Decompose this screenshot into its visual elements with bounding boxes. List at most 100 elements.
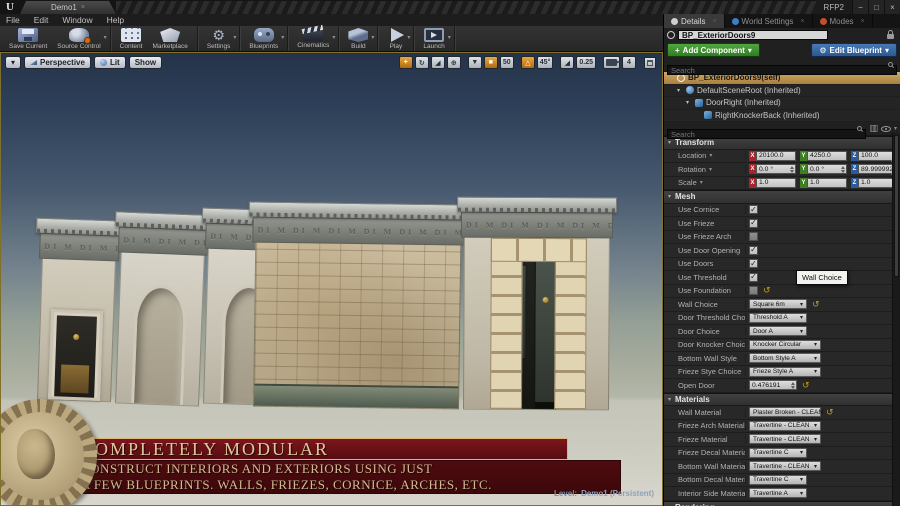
scale-x-field[interactable]: X 1.0 [749, 177, 796, 188]
location-x-field[interactable]: X 20100.0 [749, 150, 796, 161]
tab-close-icon[interactable]: × [861, 18, 865, 25]
toolbar-settings[interactable]: ⚙ Settings ▾ [202, 26, 237, 51]
chevron-down-icon[interactable]: ▾ [281, 34, 284, 41]
toolbar-blueprints[interactable]: Blueprints ▾ [244, 26, 284, 51]
dropdown-frieze-arch-material[interactable]: Travertine - CLEAN ▾ [749, 420, 821, 431]
dropdown-door-knocker-choice[interactable]: Knocker Circular ▾ [749, 339, 821, 350]
dropdown-frieze-decal-material[interactable]: Travertine C ▾ [749, 447, 807, 458]
eye-filter-icon[interactable] [880, 125, 891, 132]
lock-icon[interactable] [887, 30, 894, 39]
chevron-down-icon[interactable]: ▾ [448, 34, 451, 41]
tree-item-rightknockerback-inherited[interactable]: RightKnockerBack (Inherited) [664, 110, 900, 122]
camera-speed-value[interactable]: 4 [622, 56, 636, 69]
dropdown-wall-material[interactable]: Plaster Broken - CLEAN ▾ [749, 407, 829, 418]
toolbar-launch[interactable]: Launch ▾ [418, 26, 451, 51]
tree-item-defaultsceneroot-inherited[interactable]: ▾ DefaultSceneRoot (Inherited) [664, 85, 900, 97]
show-button[interactable]: Show [128, 56, 163, 69]
wall-segment-arch-wall[interactable]: DI M DI M DI M DI M DI M DI M DI [114, 211, 214, 407]
reset-to-default-icon[interactable]: ↺ [826, 407, 834, 417]
menu-file[interactable]: File [6, 15, 20, 25]
checkbox-use-frieze[interactable]: ✓ [749, 218, 758, 228]
number-field-open-door[interactable]: 0.476191 [749, 380, 797, 391]
dropdown-frieze-stye-choice[interactable]: Frieze Style A ▾ [749, 366, 821, 377]
expander-icon[interactable]: ▾ [686, 99, 692, 106]
eye-filter-caret-icon[interactable]: ▾ [894, 125, 897, 132]
value-spinner-icon[interactable] [789, 166, 794, 174]
actor-name-input[interactable] [678, 30, 828, 40]
property-search-input[interactable] [667, 129, 867, 139]
wall-segment-door-wall[interactable]: DI M DI M DI M DI M DI M DI M DI [35, 217, 125, 403]
tab-world-settings[interactable]: World Settings × [725, 14, 813, 28]
menu-edit[interactable]: Edit [34, 15, 49, 25]
toolbar-cinematics[interactable]: Cinematics ▾ [292, 26, 335, 51]
close-button[interactable]: × [884, 0, 900, 14]
edit-blueprint-button[interactable]: ⚙ Edit Blueprint ▾ [811, 43, 897, 57]
rotate-tool-icon[interactable]: ↻ [414, 56, 429, 69]
toolbar-source-control[interactable]: Source Control ▾ [52, 26, 107, 51]
value-spinner-icon[interactable] [790, 382, 795, 390]
add-component-button[interactable]: + Add Component ▾ [667, 43, 760, 57]
checkbox-use-threshold[interactable]: ✓ [749, 272, 758, 282]
camera-speed-icon[interactable] [603, 56, 620, 69]
dropdown-wall-choice[interactable]: Square 6m ▾ [749, 299, 807, 310]
maximize-button[interactable]: □ [868, 0, 884, 14]
menu-window[interactable]: Window [62, 15, 92, 25]
toolbar-save-current[interactable]: Save Current [4, 26, 52, 51]
value-spinner-icon[interactable] [840, 166, 845, 174]
checkbox-use-foundation[interactable] [749, 286, 758, 296]
toolbar-content[interactable]: Content [115, 26, 148, 51]
toolbar-marketplace[interactable]: Marketplace [147, 26, 192, 51]
dropdown-door-threshold-choice[interactable]: Threshold A ▾ [749, 312, 807, 323]
level-tab[interactable]: Demo1 × [20, 1, 116, 14]
location-y-field[interactable]: Y 4250.0 [800, 150, 847, 161]
wall-segment-rustic-door-wall[interactable]: DI M DI M DI M DI M DI M DI M DI [457, 196, 618, 411]
move-tool-icon[interactable]: + [398, 56, 413, 69]
viewport-options-button[interactable]: ▾ [5, 56, 22, 69]
checkbox-use-frieze-arch[interactable] [749, 232, 758, 242]
tab-close-icon[interactable]: × [800, 18, 804, 25]
surface-snap-icon[interactable]: ▼ [467, 56, 482, 69]
rotation-x-field[interactable]: X 0.0 ° [749, 164, 796, 175]
lit-button[interactable]: Lit [93, 56, 126, 69]
grid-snap-icon[interactable]: ■ [483, 56, 498, 69]
maximize-viewport-button[interactable] [644, 56, 656, 69]
tab-modes[interactable]: Modes × [813, 14, 873, 28]
checkbox-use-doors[interactable]: ✓ [749, 259, 758, 269]
reset-to-default-icon[interactable]: ↺ [802, 380, 810, 390]
chevron-down-icon[interactable]: ▾ [371, 34, 374, 41]
rotation-y-field[interactable]: Y 0.0 ° [800, 164, 847, 175]
tab-close-icon[interactable]: × [81, 4, 85, 11]
rotation-snap-icon[interactable]: △ [520, 56, 535, 69]
minimize-button[interactable]: − [852, 0, 868, 14]
expander-icon[interactable]: ▾ [677, 87, 683, 94]
toolbar-build[interactable]: Build ▾ [343, 26, 374, 51]
section-header-mesh[interactable]: ▾ Mesh [664, 190, 900, 204]
wall-segment-tile-wall[interactable]: DI M DI M DI M DI M DI M DI M DI [248, 201, 469, 410]
tree-item-doorright-inherited[interactable]: ▾ DoorRight (Inherited) [664, 97, 900, 110]
chevron-down-icon[interactable]: ▾ [233, 34, 236, 41]
perspective-button[interactable]: Perspective [24, 56, 91, 69]
world-space-icon[interactable]: ⊕ [446, 56, 461, 69]
dropdown-bottom-wall-material[interactable]: Travertine - CLEAN ▾ [749, 461, 821, 472]
chevron-down-icon[interactable]: ▾ [332, 34, 335, 41]
scrollbar-thumb[interactable] [894, 135, 899, 277]
column-view-icon[interactable]: ▥ [869, 124, 878, 133]
section-header-rendering[interactable]: ▾Rendering [664, 500, 900, 506]
grid-snap-size[interactable]: 50 [499, 56, 514, 69]
dropdown-interior-side-material[interactable]: Travertine A ▾ [749, 488, 807, 499]
section-header-materials[interactable]: ▾ Materials [664, 392, 900, 406]
chevron-down-icon[interactable]: ▾ [407, 34, 410, 41]
tab-details[interactable]: Details × [664, 14, 725, 28]
chevron-down-icon[interactable]: ▾ [104, 34, 107, 41]
scale-snap-size[interactable]: 0.25 [576, 56, 596, 69]
dropdown-bottom-wall-style[interactable]: Bottom Style A ▾ [749, 353, 821, 364]
reset-to-default-icon[interactable]: ↺ [763, 286, 771, 295]
tab-close-icon[interactable]: × [712, 18, 716, 25]
scale-y-field[interactable]: Y 1.0 [800, 177, 847, 188]
toolbar-play[interactable]: Play ▾ [382, 26, 410, 51]
scale-z-field[interactable]: Z 1.0 [851, 177, 898, 188]
component-search-input[interactable] [667, 65, 897, 75]
checkbox-use-cornice[interactable]: ✓ [749, 205, 758, 215]
viewport[interactable]: DI M DI M DI M DI M DI M DI M DIDI M DI … [0, 52, 663, 506]
rotation-snap-size[interactable]: 45° [536, 56, 554, 69]
